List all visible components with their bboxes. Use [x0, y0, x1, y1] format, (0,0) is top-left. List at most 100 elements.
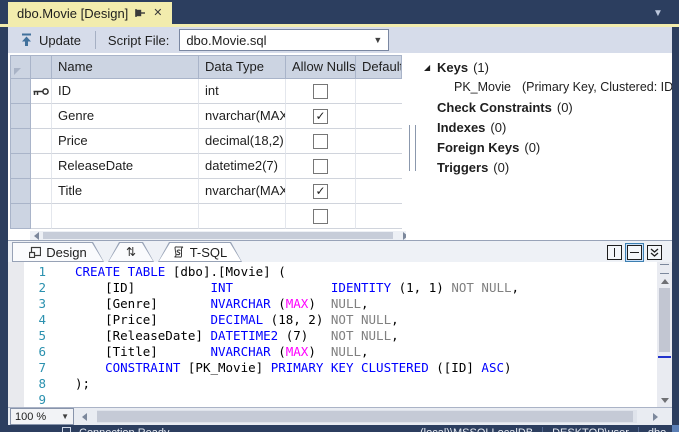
- scrollbar-thumb[interactable]: [43, 232, 393, 239]
- swap-panes-button[interactable]: ⇅: [108, 242, 154, 262]
- default-cell[interactable]: [356, 179, 402, 204]
- pin-icon[interactable]: [135, 8, 146, 19]
- scroll-right-icon[interactable]: [653, 412, 658, 421]
- code-token: NOT NULL: [451, 280, 512, 295]
- data-type-cell[interactable]: int: [199, 79, 286, 104]
- tree-section-keys[interactable]: ◢ Keys (1): [418, 57, 672, 77]
- tree-section-indexes[interactable]: Indexes (0): [418, 117, 672, 137]
- code-line[interactable]: 4 [Price] DECIMAL (18, 2) NOT NULL,: [8, 312, 657, 328]
- table-row[interactable]: ID int: [10, 79, 402, 104]
- key-cell: [31, 104, 52, 129]
- data-type-cell[interactable]: datetime2(7): [199, 154, 286, 179]
- code-text: );: [46, 376, 90, 392]
- scroll-up-icon[interactable]: [660, 279, 669, 284]
- tsql-editor[interactable]: 1 CREATE TABLE [dbo].[Movie] (2 [ID] INT …: [8, 262, 657, 407]
- code-line[interactable]: 9: [8, 392, 657, 407]
- tree-section-check-constraints[interactable]: Check Constraints (0): [418, 97, 672, 117]
- allow-nulls-checkbox[interactable]: [313, 208, 328, 224]
- key-cell: [31, 79, 52, 104]
- code-token: (18, 2): [263, 312, 331, 327]
- editor-horizontal-scrollbar[interactable]: [97, 410, 637, 423]
- horizontal-split-layout-button-active[interactable]: [625, 243, 644, 262]
- toolbar-separator: [94, 31, 96, 49]
- data-type-cell[interactable]: nvarchar(MAX): [199, 179, 286, 204]
- column-name-cell[interactable]: Title: [52, 179, 199, 204]
- table-row[interactable]: Title nvarchar(MAX) ✓: [10, 179, 402, 204]
- row-header[interactable]: [10, 104, 31, 129]
- tree-item[interactable]: PK_Movie (Primary Key, Clustered: ID): [418, 77, 672, 97]
- default-cell[interactable]: [356, 79, 402, 104]
- table-row[interactable]: Price decimal(18,2): [10, 129, 402, 154]
- allow-nulls-checkbox[interactable]: [313, 83, 328, 99]
- editor-vertical-scrollbar[interactable]: [657, 262, 672, 407]
- row-header[interactable]: [10, 179, 31, 204]
- editor-zoom-combobox[interactable]: 100 % ▼: [10, 408, 74, 425]
- column-name-cell[interactable]: Price: [52, 129, 199, 154]
- update-button[interactable]: Update: [8, 27, 91, 53]
- code-token: ,: [511, 280, 520, 295]
- tab-tsql[interactable]: T-SQL: [158, 242, 242, 262]
- tab-design[interactable]: Design: [12, 242, 104, 262]
- grid-corner-cell[interactable]: [10, 55, 31, 79]
- table-row[interactable]: Genre nvarchar(MAX) ✓: [10, 104, 402, 129]
- scroll-left-icon[interactable]: [82, 412, 87, 421]
- row-header[interactable]: [10, 154, 31, 179]
- scroll-down-icon[interactable]: [660, 398, 669, 403]
- document-well-dropdown-icon[interactable]: ▼: [653, 8, 663, 19]
- tree-section-foreign-keys[interactable]: Foreign Keys (0): [418, 137, 672, 157]
- data-type-cell[interactable]: nvarchar(MAX): [199, 104, 286, 129]
- default-cell[interactable]: [356, 129, 402, 154]
- allow-nulls-checkbox[interactable]: ✓: [313, 108, 328, 124]
- row-header[interactable]: [10, 79, 31, 104]
- table-row[interactable]: [10, 204, 402, 229]
- vertical-split-layout-button[interactable]: [607, 245, 622, 260]
- default-cell[interactable]: [356, 154, 402, 179]
- code-token: [Title]: [75, 344, 211, 359]
- code-token: ,: [361, 296, 369, 311]
- code-line[interactable]: 6 [Title] NVARCHAR (MAX) NULL,: [8, 344, 657, 360]
- code-area[interactable]: 1 CREATE TABLE [dbo].[Movie] (2 [ID] INT …: [8, 262, 657, 407]
- column-name-cell[interactable]: [52, 204, 199, 229]
- splitter-handle-icon[interactable]: [660, 264, 669, 274]
- scroll-left-icon[interactable]: [34, 231, 39, 240]
- code-line[interactable]: 7 CONSTRAINT [PK_Movie] PRIMARY KEY CLUS…: [8, 360, 657, 376]
- vertical-splitter[interactable]: [406, 53, 418, 240]
- line-number: 1: [38, 264, 46, 279]
- code-line[interactable]: 8);: [8, 376, 657, 392]
- row-header[interactable]: [10, 129, 31, 154]
- code-line[interactable]: 2 [ID] INT IDENTITY (1, 1) NOT NULL,: [8, 280, 657, 296]
- script-file-combobox[interactable]: dbo.Movie.sql ▼: [179, 29, 390, 51]
- close-icon[interactable]: ✕: [153, 7, 162, 19]
- code-token: [ReleaseDate]: [75, 328, 211, 343]
- code-text: [Genre] NVARCHAR (MAX) NULL,: [46, 296, 369, 312]
- document-tab[interactable]: dbo.Movie [Design] ✕: [8, 2, 172, 24]
- table-row[interactable]: ReleaseDate datetime2(7): [10, 154, 402, 179]
- allow-nulls-checkbox[interactable]: ✓: [313, 183, 328, 199]
- scrollbar-thumb[interactable]: [97, 411, 633, 422]
- resize-grip[interactable]: [672, 425, 679, 432]
- tab-tsql-label: T-SQL: [189, 244, 228, 260]
- column-name-cell[interactable]: ID: [52, 79, 199, 104]
- code-line[interactable]: 1 CREATE TABLE [dbo].[Movie] (: [8, 264, 657, 280]
- data-type-cell[interactable]: [199, 204, 286, 229]
- grid-horizontal-scrollbar[interactable]: [30, 231, 412, 240]
- allow-nulls-cell: [286, 79, 356, 104]
- default-cell[interactable]: [356, 204, 402, 229]
- allow-nulls-checkbox[interactable]: [313, 133, 328, 149]
- code-line[interactable]: 5 [ReleaseDate] DATETIME2 (7) NOT NULL,: [8, 328, 657, 344]
- collapse-pane-button[interactable]: [647, 245, 662, 260]
- code-text: CONSTRAINT [PK_Movie] PRIMARY KEY CLUSTE…: [46, 360, 511, 376]
- update-icon: [22, 33, 31, 46]
- data-type-cell[interactable]: decimal(18,2): [199, 129, 286, 154]
- expander-expanded-icon[interactable]: ◢: [424, 63, 437, 72]
- code-line[interactable]: 3 [Genre] NVARCHAR (MAX) NULL,: [8, 296, 657, 312]
- scrollbar-thumb[interactable]: [659, 288, 670, 352]
- chevron-down-icon: ▼: [373, 35, 383, 45]
- tree-section-triggers[interactable]: Triggers (0): [418, 157, 672, 177]
- default-cell[interactable]: [356, 104, 402, 129]
- column-name-cell[interactable]: ReleaseDate: [52, 154, 199, 179]
- row-header[interactable]: [10, 204, 31, 229]
- column-name-cell[interactable]: Genre: [52, 104, 199, 129]
- allow-nulls-checkbox[interactable]: [313, 158, 328, 174]
